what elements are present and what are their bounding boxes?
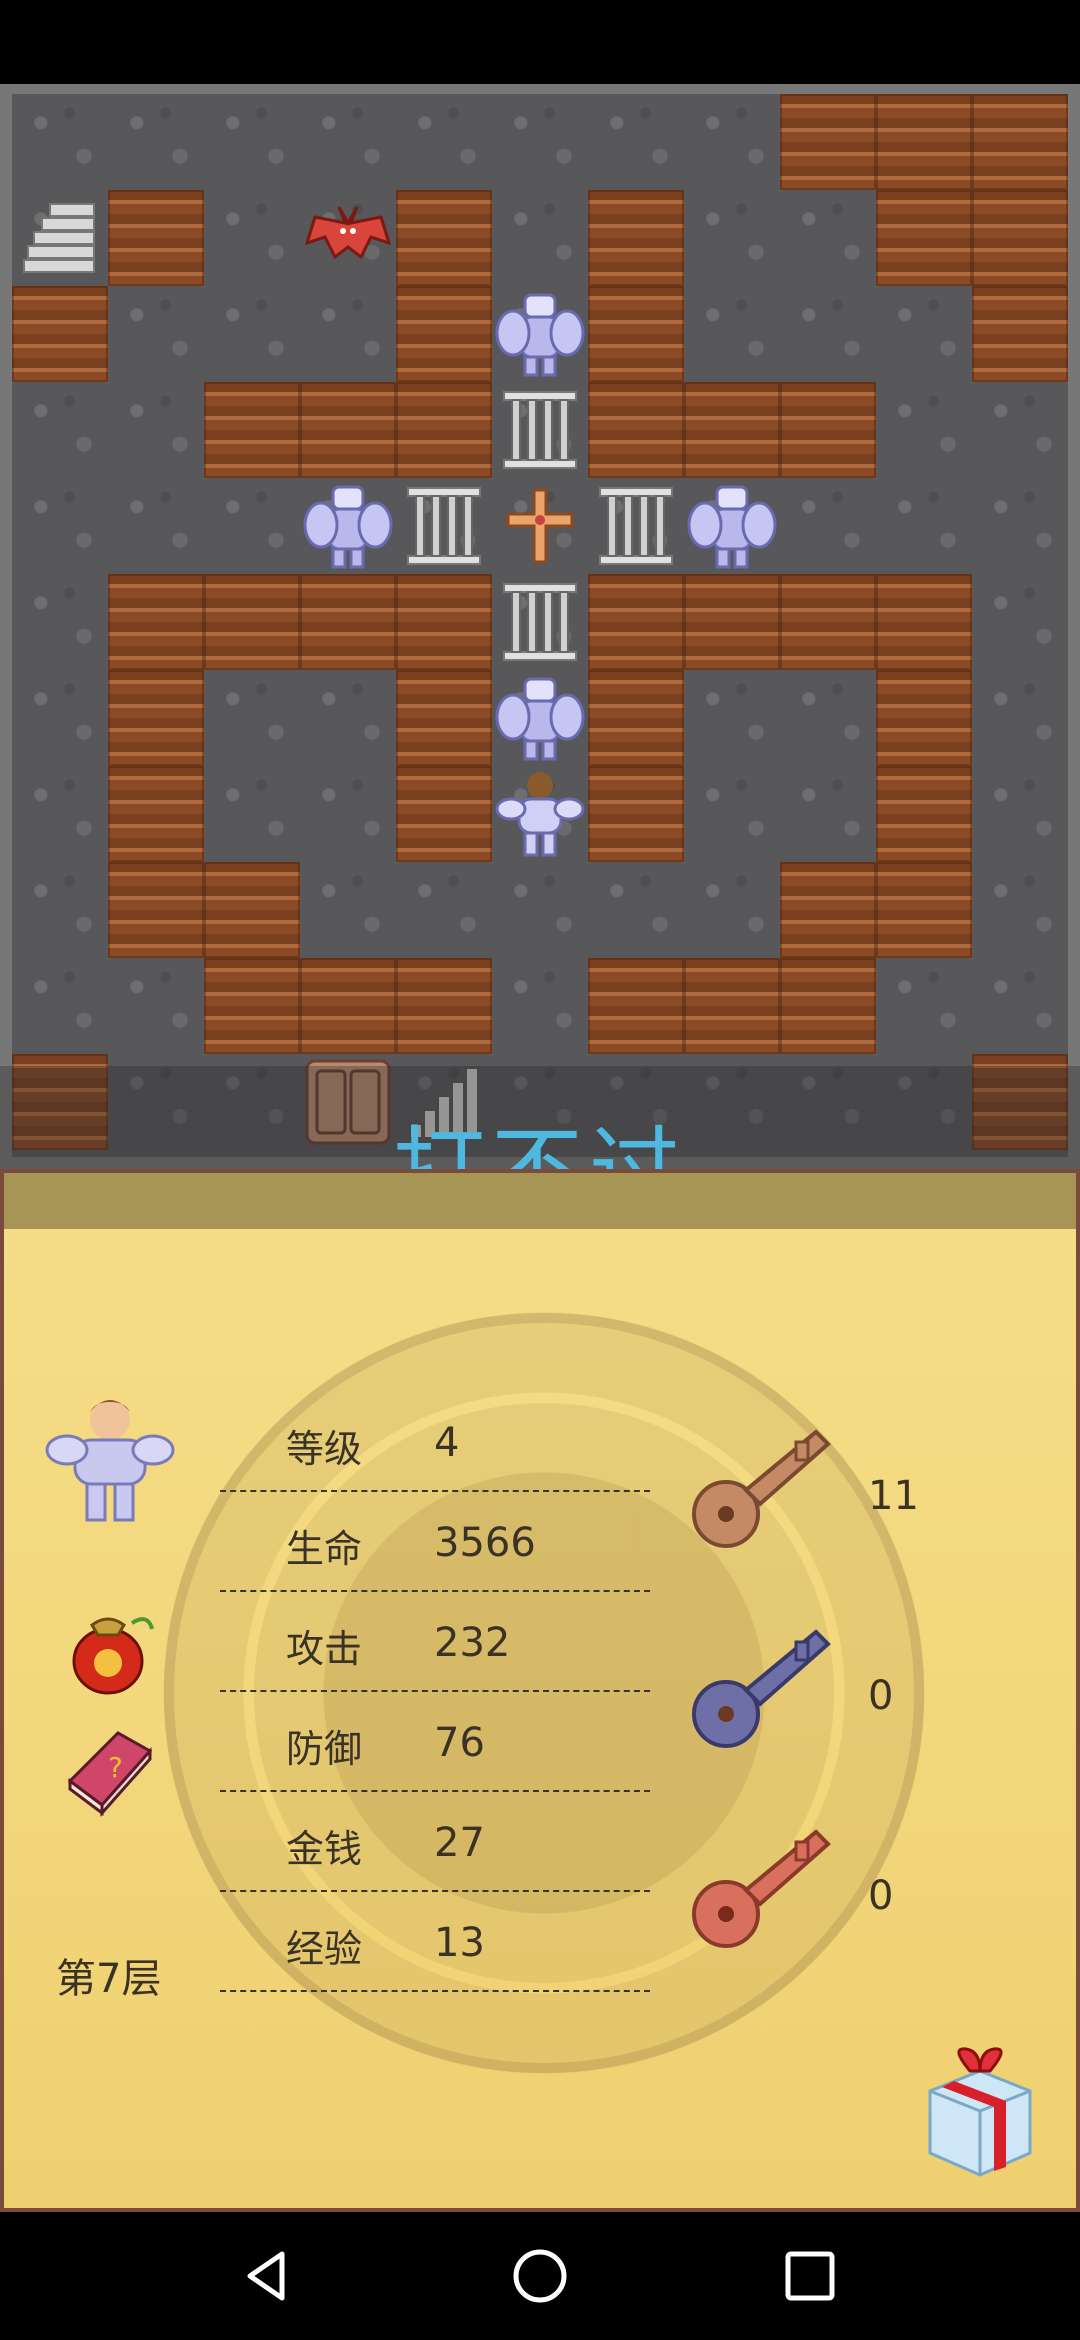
knight-enemy[interactable]	[300, 478, 396, 574]
gold-label: 金钱	[286, 1827, 363, 1871]
floor-indicator: 第7层	[56, 1956, 162, 2002]
knight-enemy[interactable]	[492, 286, 588, 382]
stat-divider	[220, 1790, 650, 1792]
gift-icon	[928, 2047, 1032, 2177]
system-navigation-bar	[0, 2212, 1080, 2340]
defense-label: 防御	[286, 1727, 363, 1771]
attack-label: 攻击	[286, 1627, 363, 1671]
stat-divider	[220, 1890, 650, 1892]
recents-button[interactable]	[770, 2236, 850, 2316]
stat-divider	[220, 1590, 650, 1592]
stat-divider	[220, 1690, 650, 1692]
level-value: 4	[434, 1420, 460, 1466]
defense-value: 76	[434, 1720, 485, 1766]
svg-text:?: ?	[108, 1751, 123, 1784]
hp-label: 生命	[286, 1527, 363, 1571]
attack-value: 232	[434, 1620, 511, 1666]
gold-value: 27	[434, 1820, 485, 1866]
stat-divider	[220, 1990, 650, 1992]
blue-key-icon	[684, 1618, 834, 1758]
knight-enemy[interactable]	[492, 670, 588, 766]
red-key-icon	[684, 1818, 834, 1958]
home-icon	[513, 2249, 567, 2303]
gift-box-button[interactable]	[910, 2041, 1050, 2181]
lucky-bag-icon[interactable]	[62, 1603, 158, 1699]
bat-enemy[interactable]	[300, 190, 396, 286]
iron-gate[interactable]	[588, 478, 684, 574]
red-key-count: 0	[868, 1873, 894, 1919]
panel-header-strip	[4, 1173, 1076, 1229]
stairs-up-icon[interactable]	[12, 190, 108, 286]
stat-divider	[220, 1490, 650, 1492]
back-button[interactable]	[228, 2236, 308, 2316]
yellow-key-icon	[684, 1418, 834, 1558]
status-bar	[0, 0, 1080, 84]
knight-enemy[interactable]	[684, 478, 780, 574]
blue-key-count: 0	[868, 1673, 894, 1719]
hp-value: 3566	[434, 1520, 536, 1566]
recents-icon	[785, 2251, 835, 2301]
hero-player	[492, 766, 588, 862]
back-icon	[247, 2251, 285, 2301]
game-map	[0, 84, 1080, 1169]
monster-book-icon[interactable]: ?	[62, 1721, 158, 1817]
exp-label: 经验	[286, 1927, 363, 1971]
status-panel: ? 第7层 等级 4 生命 3566 攻击 232 防御 76 金钱 27 经验…	[0, 1169, 1080, 2212]
cross-item-icon[interactable]	[492, 478, 588, 574]
iron-gate[interactable]	[492, 574, 588, 670]
exp-value: 13	[434, 1920, 485, 1966]
iron-gate[interactable]	[492, 382, 588, 478]
home-button[interactable]	[500, 2236, 580, 2316]
iron-gate[interactable]	[396, 478, 492, 574]
hero-portrait	[40, 1388, 180, 1528]
yellow-key-count: 11	[868, 1473, 919, 1519]
level-label: 等级	[286, 1427, 363, 1471]
